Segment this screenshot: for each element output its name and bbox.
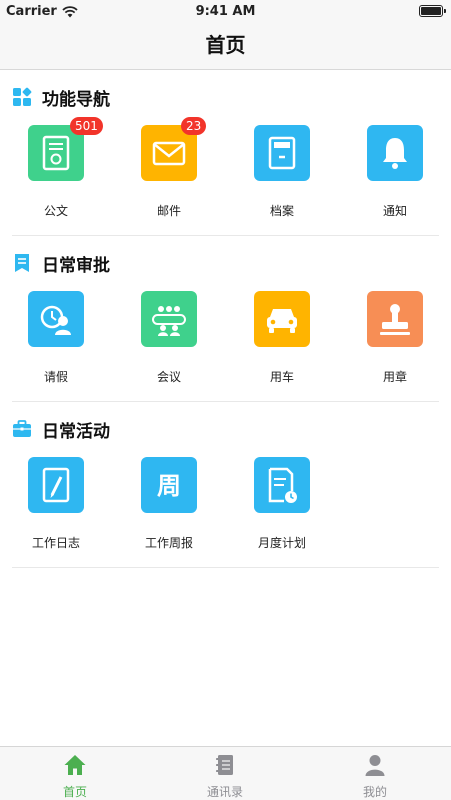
tab-label: 通讯录 xyxy=(206,785,243,799)
tab-contacts[interactable]: 通讯录 xyxy=(150,747,300,800)
nav-item-meeting[interactable]: 会议 xyxy=(119,291,219,401)
tab-bar: 首页 通讯录 我的 xyxy=(0,746,451,800)
tab-label: 我的 xyxy=(362,785,387,799)
status-bar: Carrier 9:41 AM xyxy=(0,0,451,22)
archive-box-icon xyxy=(254,125,310,181)
tab-label: 首页 xyxy=(62,785,87,799)
section-title: 功能导航 xyxy=(42,89,110,110)
nav-item-label: 用车 xyxy=(269,370,294,384)
car-icon xyxy=(254,291,310,347)
page-title: 首页 xyxy=(205,33,246,57)
nav-item-label: 工作日志 xyxy=(31,536,80,550)
weekly-glyph: 周 xyxy=(157,472,181,500)
tab-home[interactable]: 首页 xyxy=(0,747,150,800)
daily-approval-grid: 请假 会议 用车 用章 xyxy=(0,291,451,401)
leave-clock-person-icon xyxy=(28,291,84,347)
briefcase-icon xyxy=(13,420,31,437)
nav-item-label: 档案 xyxy=(269,204,294,218)
unread-badge: 23 xyxy=(181,117,207,135)
address-book-icon xyxy=(216,755,233,775)
main-content: 功能导航 501 公文 23 邮件 档案 通知 日常审批 请假 会议 用车 用章… xyxy=(0,71,451,746)
section-header: 日常活动 xyxy=(12,417,110,442)
divider xyxy=(12,401,439,402)
section-function-nav: 功能导航 501 公文 23 邮件 档案 通知 xyxy=(0,71,451,236)
person-icon xyxy=(365,755,385,776)
section-header: 功能导航 xyxy=(12,85,110,110)
nav-item-mail[interactable]: 23 邮件 xyxy=(119,117,219,235)
nav-item-seal[interactable]: 用章 xyxy=(345,291,445,401)
nav-item-label: 会议 xyxy=(156,370,181,384)
nav-item-label: 请假 xyxy=(43,370,68,384)
section-header: 日常审批 xyxy=(12,251,110,276)
nav-item-work-log[interactable]: 工作日志 xyxy=(6,457,106,567)
status-time: 9:41 AM xyxy=(195,4,256,19)
daily-activities-grid: 工作日志 周 工作周报 月度计划 xyxy=(0,457,451,567)
nav-item-vehicle[interactable]: 用车 xyxy=(232,291,332,401)
nav-item-archive[interactable]: 档案 xyxy=(232,125,332,235)
plan-document-clock-icon xyxy=(254,457,310,513)
nav-item-label: 通知 xyxy=(382,204,407,218)
home-icon xyxy=(64,755,86,775)
grid-apps-icon xyxy=(13,87,32,106)
nav-item-monthly-plan[interactable]: 月度计划 xyxy=(232,457,332,567)
nav-item-weekly-report[interactable]: 周 工作周报 xyxy=(119,457,219,567)
divider xyxy=(12,235,439,236)
section-title: 日常活动 xyxy=(42,421,110,442)
section-daily-approval: 日常审批 请假 会议 用车 用章 xyxy=(0,237,451,402)
nav-item-notice[interactable]: 通知 xyxy=(345,125,445,235)
nav-item-label: 公文 xyxy=(43,204,68,218)
nav-item-label: 月度计划 xyxy=(257,536,306,550)
divider xyxy=(12,567,439,568)
battery-icon xyxy=(419,5,446,17)
notebook-pen-icon xyxy=(28,457,84,513)
nav-item-label: 邮件 xyxy=(156,204,181,218)
nav-item-documents[interactable]: 501 公文 xyxy=(6,117,106,235)
tab-profile[interactable]: 我的 xyxy=(300,747,450,800)
nav-item-leave[interactable]: 请假 xyxy=(6,291,106,401)
seal-stamp-icon xyxy=(367,291,423,347)
nav-item-label: 工作周报 xyxy=(144,536,193,550)
bell-icon xyxy=(367,125,423,181)
weekly-report-icon: 周 xyxy=(141,457,197,513)
section-daily-activities: 日常活动 工作日志 周 工作周报 月度计划 xyxy=(0,403,451,568)
unread-badge: 501 xyxy=(70,117,103,135)
function-nav-grid: 501 公文 23 邮件 档案 通知 xyxy=(0,117,451,235)
bookmark-list-icon xyxy=(15,254,29,272)
section-title: 日常审批 xyxy=(42,255,110,276)
navigation-bar: 首页 xyxy=(0,22,451,70)
nav-item-label: 用章 xyxy=(382,370,407,384)
meeting-people-icon xyxy=(141,291,197,347)
